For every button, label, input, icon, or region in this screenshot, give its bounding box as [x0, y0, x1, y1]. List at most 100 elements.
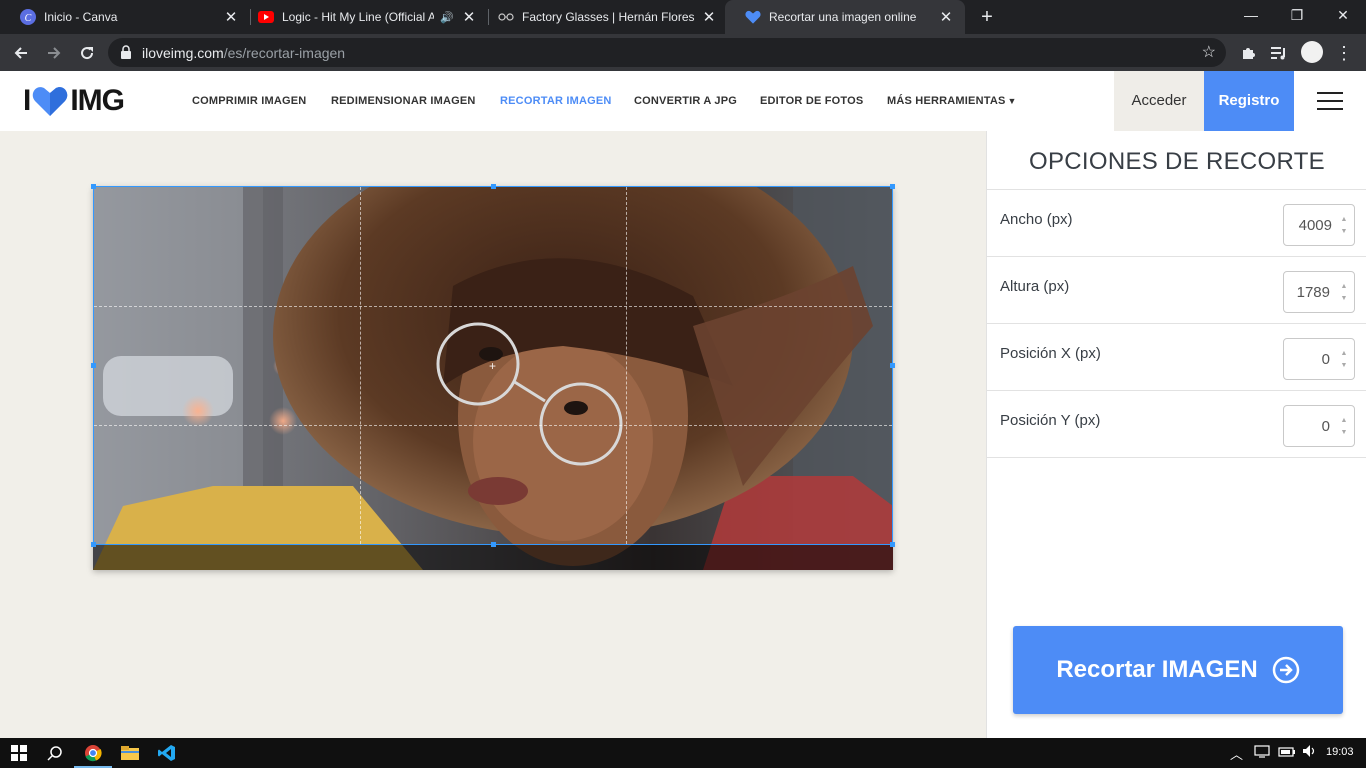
width-label: Ancho (px): [1000, 211, 1073, 228]
browser-tab-strip: C Inicio - Canva ✕ Logic - Hit My Line (…: [0, 0, 1366, 34]
width-input[interactable]: 4009 ▲ ▼: [1283, 204, 1355, 246]
back-arrow-icon[interactable]: [8, 40, 34, 66]
network-icon[interactable]: [1254, 744, 1270, 761]
number-stepper-icon[interactable]: ▲ ▼: [1339, 214, 1349, 238]
media-control-icon[interactable]: [1266, 40, 1292, 66]
windows-taskbar: ︿ 19:03: [0, 738, 1366, 768]
profile-avatar[interactable]: [1301, 41, 1323, 63]
nav-editor-de-fotos[interactable]: EDITOR DE FOTOS: [760, 71, 863, 131]
tray-chevron-up-icon[interactable]: ︿: [1230, 744, 1243, 763]
crop-handle-bottom[interactable]: [491, 542, 496, 547]
height-label: Altura (px): [1000, 278, 1070, 295]
battery-icon[interactable]: [1278, 744, 1296, 761]
option-row-width: Ancho (px) 4009 ▲ ▼: [987, 190, 1366, 257]
windows-start-icon[interactable]: [0, 738, 38, 768]
crop-center-crosshair-icon: +: [489, 359, 497, 373]
crop-grid-line: [94, 305, 892, 307]
number-stepper-icon[interactable]: ▲ ▼: [1339, 281, 1349, 305]
vscode-icon[interactable]: [148, 738, 186, 768]
logo-text-img: IMG: [70, 84, 125, 117]
search-icon[interactable]: [36, 738, 74, 768]
login-button[interactable]: Acceder: [1114, 71, 1204, 131]
hamburger-menu-icon[interactable]: [1317, 92, 1343, 110]
tab-title: Logic - Hit My Line (Official A: [282, 10, 435, 24]
nav-recortar-imagen[interactable]: RECORTAR IMAGEN: [500, 71, 612, 131]
position-x-value: 0: [1321, 351, 1330, 368]
taskbar-clock[interactable]: 19:03: [1326, 746, 1354, 758]
register-button[interactable]: Registro: [1204, 71, 1294, 131]
caret-down-icon: ▼: [1007, 96, 1017, 106]
nav-comprimir-imagen[interactable]: COMPRIMIR IMAGEN: [192, 71, 306, 131]
option-row-position-y: Posición Y (px) 0 ▲ ▼: [987, 391, 1366, 458]
new-tab-button[interactable]: +: [977, 6, 997, 28]
speaker-icon[interactable]: 🔊: [440, 11, 454, 24]
nav-convertir-a-jpg[interactable]: CONVERTIR A JPG: [634, 71, 737, 131]
option-row-height: Altura (px) 1789 ▲ ▼: [987, 257, 1366, 324]
volume-icon[interactable]: [1302, 744, 1318, 761]
logo-text-i: I: [23, 84, 31, 117]
iloveimg-logo[interactable]: I IMG: [23, 84, 125, 117]
nav-redimensionar-imagen[interactable]: REDIMENSIONAR IMAGEN: [331, 71, 476, 131]
extensions-puzzle-icon[interactable]: [1235, 40, 1261, 66]
browser-tab-iloveimg[interactable]: Recortar una imagen online ✕: [725, 0, 965, 34]
file-explorer-icon[interactable]: [111, 738, 149, 768]
crop-options-sidebar: OPCIONES DE RECORTE Ancho (px) 4009 ▲ ▼ A…: [986, 131, 1366, 738]
canva-icon: C: [20, 9, 36, 25]
chrome-taskbar-icon[interactable]: [74, 738, 112, 768]
height-value: 1789: [1296, 284, 1330, 301]
position-y-label: Posición Y (px): [1000, 412, 1101, 429]
reload-icon[interactable]: [74, 40, 100, 66]
crop-image-button-label: Recortar IMAGEN: [1056, 656, 1258, 683]
crop-grid-line: [94, 424, 892, 426]
lock-icon[interactable]: [120, 45, 134, 59]
close-tab-icon[interactable]: ✕: [937, 8, 955, 26]
restore-window-icon[interactable]: ❐: [1274, 0, 1320, 30]
position-y-input[interactable]: 0 ▲ ▼: [1283, 405, 1355, 447]
crop-handle-bottom-left[interactable]: [91, 542, 96, 547]
tab-title: Factory Glasses | Hernán Flores: [522, 10, 695, 24]
crop-handle-top-left[interactable]: [91, 184, 96, 189]
position-x-input[interactable]: 0 ▲ ▼: [1283, 338, 1355, 380]
number-stepper-icon[interactable]: ▲ ▼: [1339, 415, 1349, 439]
close-window-icon[interactable]: ✕: [1320, 0, 1366, 30]
close-tab-icon[interactable]: ✕: [700, 8, 718, 26]
minimize-window-icon[interactable]: —: [1228, 0, 1274, 30]
browser-tab-canva[interactable]: C Inicio - Canva ✕: [0, 0, 250, 34]
url-text[interactable]: iloveimg.com/es/recortar-imagen: [142, 45, 345, 61]
site-header: I IMG COMPRIMIR IMAGEN REDIMENSIONAR IMA…: [0, 71, 1366, 131]
height-input[interactable]: 1789 ▲ ▼: [1283, 271, 1355, 313]
iloveimg-heart-icon: [745, 9, 761, 25]
crop-handle-top[interactable]: [491, 184, 496, 189]
crop-handle-left[interactable]: [91, 363, 96, 368]
browser-tab-youtube[interactable]: Logic - Hit My Line (Official A 🔊 ✕: [238, 0, 488, 34]
glasses-icon: [498, 9, 514, 25]
tab-title: Inicio - Canva: [44, 10, 118, 24]
nav-mas-herramientas-label: MÁS HERRAMIENTAS: [887, 95, 1006, 107]
tab-title: Recortar una imagen online: [769, 10, 917, 24]
heart-logo-icon: [33, 87, 68, 116]
nav-mas-herramientas[interactable]: MÁS HERRAMIENTAS ▼: [887, 71, 1017, 131]
option-row-position-x: Posición X (px) 0 ▲ ▼: [987, 324, 1366, 391]
position-y-value: 0: [1321, 418, 1330, 435]
close-tab-icon[interactable]: ✕: [460, 8, 478, 26]
url-host: iloveimg.com: [142, 45, 224, 61]
browser-tab-glasses[interactable]: Factory Glasses | Hernán Flores ✕: [478, 0, 728, 34]
svg-text:C: C: [25, 13, 32, 24]
crop-grid-line: [359, 187, 361, 544]
crop-handle-top-right[interactable]: [890, 184, 895, 189]
crop-workspace: +: [0, 131, 986, 738]
address-bar[interactable]: iloveimg.com/es/recortar-imagen ☆: [108, 38, 1226, 67]
outside-crop-overlay: [93, 545, 893, 570]
forward-arrow-icon[interactable]: [41, 40, 67, 66]
sidebar-title: OPCIONES DE RECORTE: [987, 131, 1366, 190]
crop-image-button[interactable]: Recortar IMAGEN: [1013, 626, 1343, 714]
crop-handle-bottom-right[interactable]: [890, 542, 895, 547]
crop-handle-right[interactable]: [890, 363, 895, 368]
crop-selection-box[interactable]: +: [91, 184, 895, 547]
position-x-label: Posición X (px): [1000, 345, 1101, 362]
bookmark-star-icon[interactable]: ☆: [1202, 42, 1216, 62]
width-value: 4009: [1298, 217, 1332, 234]
browser-toolbar: iloveimg.com/es/recortar-imagen ☆ ⋮: [0, 34, 1366, 71]
chrome-menu-icon[interactable]: ⋮: [1331, 40, 1357, 66]
number-stepper-icon[interactable]: ▲ ▼: [1339, 348, 1349, 372]
